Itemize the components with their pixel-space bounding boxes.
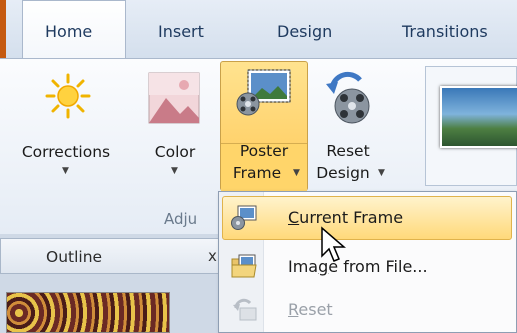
adjust-group-label: Adju — [164, 210, 198, 228]
corrections-button[interactable]: Corrections ▼ — [6, 64, 126, 194]
menu-item-label: urrent Frame — [299, 208, 404, 227]
tab-insert[interactable]: Insert — [158, 22, 204, 41]
video-style-thumbnail[interactable] — [440, 86, 517, 148]
menu-item-image-from-file[interactable]: Image from File... — [222, 245, 512, 289]
menu-item-label-pre: Ima — [288, 257, 319, 276]
color-button[interactable]: Color ▼ — [140, 64, 210, 194]
tab-home[interactable]: Home — [45, 22, 92, 41]
poster-frame-icon — [236, 69, 291, 116]
poster-frame-label-line1: Poster — [239, 142, 289, 160]
color-picture-icon — [148, 72, 200, 124]
tab-design[interactable]: Design — [277, 22, 332, 41]
color-label: Color — [154, 143, 196, 161]
menu-item-accelerator: R — [288, 300, 299, 319]
mouse-cursor-icon — [321, 226, 346, 262]
reset-design-label-line2: Design — [316, 164, 370, 182]
slides-outline-tabs — [0, 238, 225, 274]
close-pane-icon[interactable]: x — [208, 247, 217, 265]
poster-frame-label-line2: Frame — [232, 164, 282, 182]
sun-icon — [45, 73, 91, 119]
file-tab-edge[interactable] — [0, 0, 6, 58]
chevron-down-icon: ▼ — [293, 168, 300, 178]
reset-icon — [233, 298, 257, 321]
menu-item-label: eset — [298, 300, 333, 319]
reset-design-label-line1: Reset — [326, 142, 370, 160]
chevron-down-icon: ▼ — [62, 166, 69, 176]
chevron-down-icon: ▼ — [378, 168, 385, 178]
tab-outline[interactable]: Outline — [46, 248, 102, 266]
image-from-file-icon — [231, 254, 257, 278]
corrections-label: Corrections — [21, 143, 111, 161]
tab-transitions[interactable]: Transitions — [402, 22, 488, 41]
chevron-down-icon: ▼ — [171, 166, 178, 176]
reset-design-icon — [326, 71, 370, 124]
reset-design-button[interactable]: Reset Design ▼ — [308, 64, 388, 194]
slide-thumbnail[interactable] — [6, 292, 170, 333]
current-frame-icon — [231, 205, 257, 230]
menu-item-accelerator: C — [288, 208, 300, 227]
menu-item-current-frame[interactable]: Current Frame — [222, 196, 512, 240]
menu-item-reset[interactable]: Reset — [222, 290, 512, 330]
